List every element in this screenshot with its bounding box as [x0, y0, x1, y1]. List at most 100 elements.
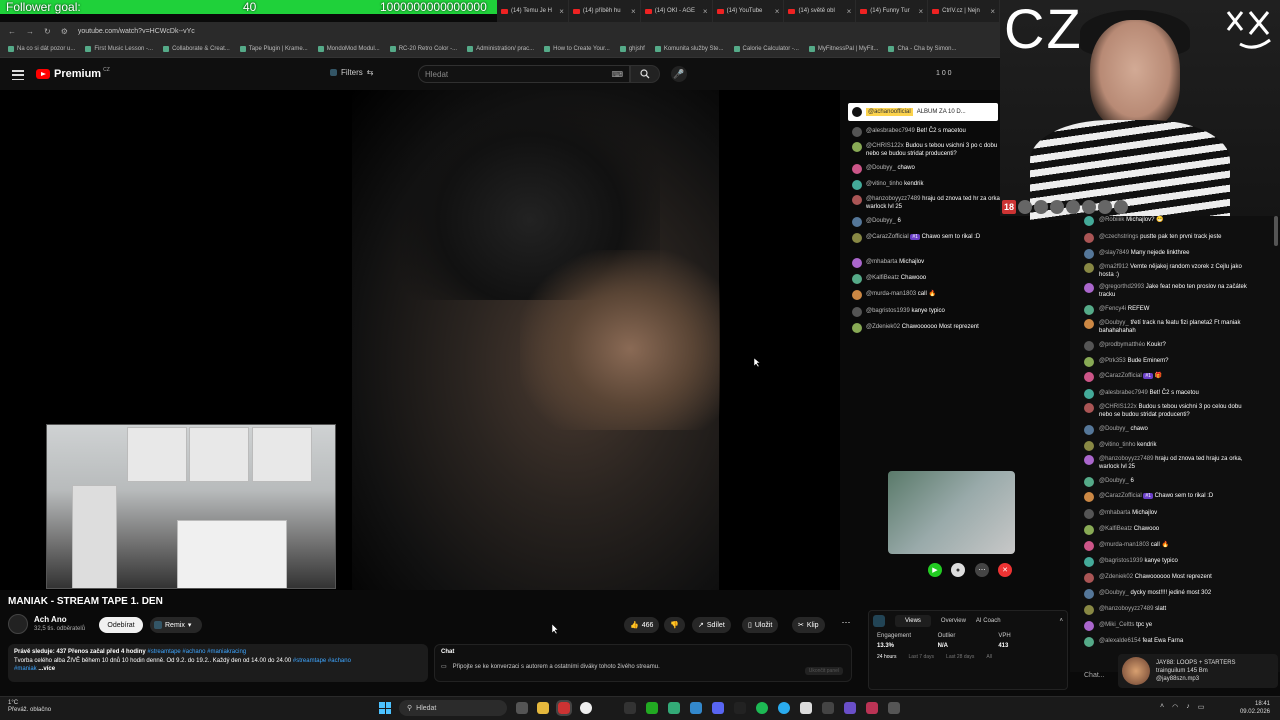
- period-tab[interactable]: 24 hours: [877, 654, 896, 660]
- desc-tags[interactable]: #maniak: [14, 666, 37, 672]
- telegram-icon[interactable]: [778, 702, 790, 714]
- bookmark-item[interactable]: Administration/ prac...: [467, 45, 534, 52]
- obs-icon[interactable]: [822, 702, 834, 714]
- desc-tags[interactable]: #streamtape #achano: [293, 658, 351, 664]
- system-tray[interactable]: ˄ ◠ ♪ ▭: [1160, 703, 1204, 711]
- chat-username: @vitino_tinho: [1099, 442, 1136, 448]
- back-icon[interactable]: ←: [8, 27, 16, 36]
- subscribe-button[interactable]: Odebírat: [99, 617, 143, 633]
- clip-button[interactable]: ✂ Klip: [792, 617, 825, 633]
- close-tab-icon[interactable]: ×: [918, 7, 923, 16]
- remix-button[interactable]: Remix ▾: [150, 617, 202, 633]
- bookmark-item[interactable]: Komunita služby Ste...: [654, 45, 724, 52]
- bookmark-item[interactable]: RC-20 Retro Color -...: [389, 45, 457, 52]
- volume-icon[interactable]: ♪: [1186, 703, 1190, 711]
- discord-icon[interactable]: [712, 702, 724, 714]
- app-icon[interactable]: [668, 702, 680, 714]
- bookmark-item[interactable]: Calorie Calculator -...: [733, 45, 799, 52]
- app-icon[interactable]: [646, 702, 658, 714]
- desc-tags[interactable]: #streamtape #achano #maniakracing: [147, 649, 246, 655]
- browser-tab[interactable]: (14) světě obl ×: [784, 0, 857, 22]
- browser-tab[interactable]: (14) YouTube ×: [713, 0, 785, 22]
- mic-toggle-icon[interactable]: ●: [951, 563, 965, 577]
- chevron-up-icon[interactable]: ˄: [1160, 703, 1164, 711]
- save-button[interactable]: ▯ Uložit: [742, 617, 779, 633]
- battery-icon[interactable]: ▭: [1198, 703, 1205, 711]
- video-description[interactable]: Právě sleduje: 437 Přenos začal před 4 h…: [8, 644, 428, 682]
- close-tab-icon[interactable]: ×: [559, 7, 564, 16]
- search-input[interactable]: Hledat ⌨: [418, 65, 630, 83]
- taskbar-clock[interactable]: 18:41 09.02.2026: [1224, 700, 1270, 716]
- chat-username: @vitino_tinho: [866, 181, 903, 187]
- bookmark-item[interactable]: ghjshf: [619, 45, 645, 52]
- tab-views[interactable]: Views: [895, 615, 931, 627]
- app-icon[interactable]: [844, 702, 856, 714]
- app-icon[interactable]: [734, 702, 746, 714]
- taskbar-search[interactable]: ⚲ Hledat: [399, 700, 507, 716]
- browser-tab[interactable]: (14) Temu Je H ×: [497, 0, 569, 22]
- bookmark-item[interactable]: Tape Plugin | Krame...: [239, 45, 308, 52]
- bookmark-item[interactable]: How to Create Your...: [544, 45, 610, 52]
- task-view-icon[interactable]: [516, 702, 528, 714]
- close-tab-icon[interactable]: ×: [703, 7, 708, 16]
- bookmark-item[interactable]: Collaborate & Creat...: [163, 45, 230, 52]
- address-bar[interactable]: youtube.com/watch?v=HCWcDk--vYc: [78, 28, 195, 35]
- app-icon[interactable]: [690, 702, 702, 714]
- track-line1: trainguilum 145 Bm: [1156, 668, 1208, 674]
- browser-tab[interactable]: (14) OKI - AGE ×: [641, 0, 713, 22]
- chat-scrollbar[interactable]: [1274, 216, 1278, 246]
- camera-toggle-icon[interactable]: ▶: [928, 563, 942, 577]
- end-call-icon[interactable]: ✕: [998, 563, 1012, 577]
- channel-name[interactable]: Ach Ano: [34, 615, 67, 624]
- browser-tab[interactable]: CtrlV.cz | Nejn ×: [928, 0, 1000, 22]
- weather-widget[interactable]: 1°C Převáž. oblačno: [8, 700, 51, 714]
- period-tab[interactable]: All: [986, 654, 992, 660]
- like-button[interactable]: 👍 466: [624, 617, 660, 633]
- chrome-icon[interactable]: [580, 702, 592, 714]
- close-tab-icon[interactable]: ×: [775, 7, 780, 16]
- settings-icon[interactable]: [888, 702, 900, 714]
- bookmark-item[interactable]: Na co si dát pozor u...: [8, 45, 75, 52]
- filters-button[interactable]: Filters ⇆: [330, 68, 373, 77]
- chevron-up-icon[interactable]: ˄: [1059, 618, 1063, 624]
- site-info-icon[interactable]: ⚙: [61, 27, 68, 36]
- microphone-icon[interactable]: 🎤: [671, 66, 687, 82]
- more-options-icon[interactable]: ⋯: [975, 563, 989, 577]
- close-tab-icon[interactable]: ×: [990, 7, 995, 16]
- file-explorer-icon[interactable]: [537, 702, 549, 714]
- forward-icon[interactable]: →: [26, 27, 34, 36]
- share-button[interactable]: ↗ Sdílet: [692, 617, 731, 633]
- search-button[interactable]: [630, 65, 660, 83]
- bookmark-item[interactable]: MondoMod Modul...: [317, 45, 380, 52]
- bookmark-item[interactable]: First Music Lesson -...: [85, 45, 153, 52]
- period-tab[interactable]: Last 7 days: [908, 654, 934, 660]
- browser-tab[interactable]: (14) Funny Tur ×: [856, 0, 929, 22]
- windows-taskbar: [0, 696, 1280, 720]
- more-link[interactable]: ...více: [38, 666, 55, 672]
- windows-start-icon[interactable]: [379, 702, 391, 714]
- bookmark-item[interactable]: Cha - Cha by Simon...: [888, 45, 957, 52]
- tab-overview[interactable]: Overview: [941, 618, 966, 624]
- close-tab-icon[interactable]: ×: [847, 7, 852, 16]
- dislike-button[interactable]: 👎: [664, 617, 685, 633]
- bookmark-item[interactable]: MyFitnessPal | MyFit...: [808, 45, 878, 52]
- youtube-logo[interactable]: Premium CZ: [36, 67, 110, 80]
- tab-ai-coach[interactable]: AI Coach: [976, 618, 1001, 624]
- browser-tab[interactable]: (14) příběh hu ×: [569, 0, 641, 22]
- app-icon[interactable]: [624, 702, 636, 714]
- avatar: [1084, 621, 1094, 631]
- app-icon[interactable]: [800, 702, 812, 714]
- close-panel-button[interactable]: Ukončit panel: [804, 667, 843, 675]
- hamburger-menu-icon[interactable]: [12, 70, 24, 80]
- spotify-icon[interactable]: [756, 702, 768, 714]
- app-icon[interactable]: [866, 702, 878, 714]
- scissors-icon: ✂: [798, 622, 804, 629]
- period-tab[interactable]: Last 28 days: [946, 654, 974, 660]
- network-icon[interactable]: ◠: [1172, 703, 1178, 711]
- more-actions-icon[interactable]: ⋯: [839, 617, 853, 631]
- app-icon[interactable]: [556, 700, 572, 716]
- channel-avatar[interactable]: [8, 614, 28, 634]
- reload-icon[interactable]: ↻: [44, 27, 51, 36]
- keyboard-icon[interactable]: ⌨: [611, 70, 623, 79]
- close-tab-icon[interactable]: ×: [631, 7, 636, 16]
